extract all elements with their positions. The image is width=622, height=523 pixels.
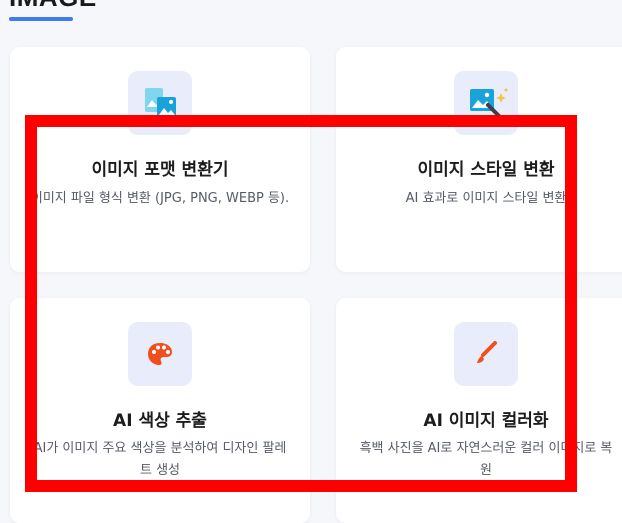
palette-icon — [128, 322, 192, 386]
card-description: 이미지 파일 형식 변환 (JPG, PNG, WEBP 등). — [30, 191, 290, 206]
card-description: AI 효과로 이미지 스타일 변환 — [405, 191, 567, 206]
card-title: 이미지 스타일 변환 — [417, 160, 555, 180]
card-title: 이미지 포맷 변환기 — [91, 160, 229, 180]
image-convert-icon — [128, 71, 192, 135]
card-ai-color-extraction[interactable]: AI 색상 추출 AI가 이미지 주요 색상을 분석하여 디자인 팔레트 생성 — [10, 298, 310, 523]
section-title: IMAGE — [9, 0, 97, 10]
card-image-format-converter[interactable]: 이미지 포맷 변환기 이미지 파일 형식 변환 (JPG, PNG, WEBP … — [10, 47, 310, 272]
card-description: 흑백 사진을 AI로 자연스러운 컬러 이미지로 복원 — [359, 441, 613, 478]
card-title: AI 색상 추출 — [113, 411, 207, 431]
card-image-style-transfer[interactable]: 이미지 스타일 변환 AI 효과로 이미지 스타일 변환 — [336, 47, 622, 272]
image-style-icon — [454, 71, 518, 135]
brush-icon — [454, 322, 518, 386]
card-description: AI가 이미지 주요 색상을 분석하여 디자인 팔레트 생성 — [33, 441, 287, 478]
section-title-underline — [9, 17, 73, 21]
card-title: AI 이미지 컬러화 — [423, 411, 549, 431]
card-ai-image-colorization[interactable]: AI 이미지 컬러화 흑백 사진을 AI로 자연스러운 컬러 이미지로 복원 — [336, 298, 622, 523]
